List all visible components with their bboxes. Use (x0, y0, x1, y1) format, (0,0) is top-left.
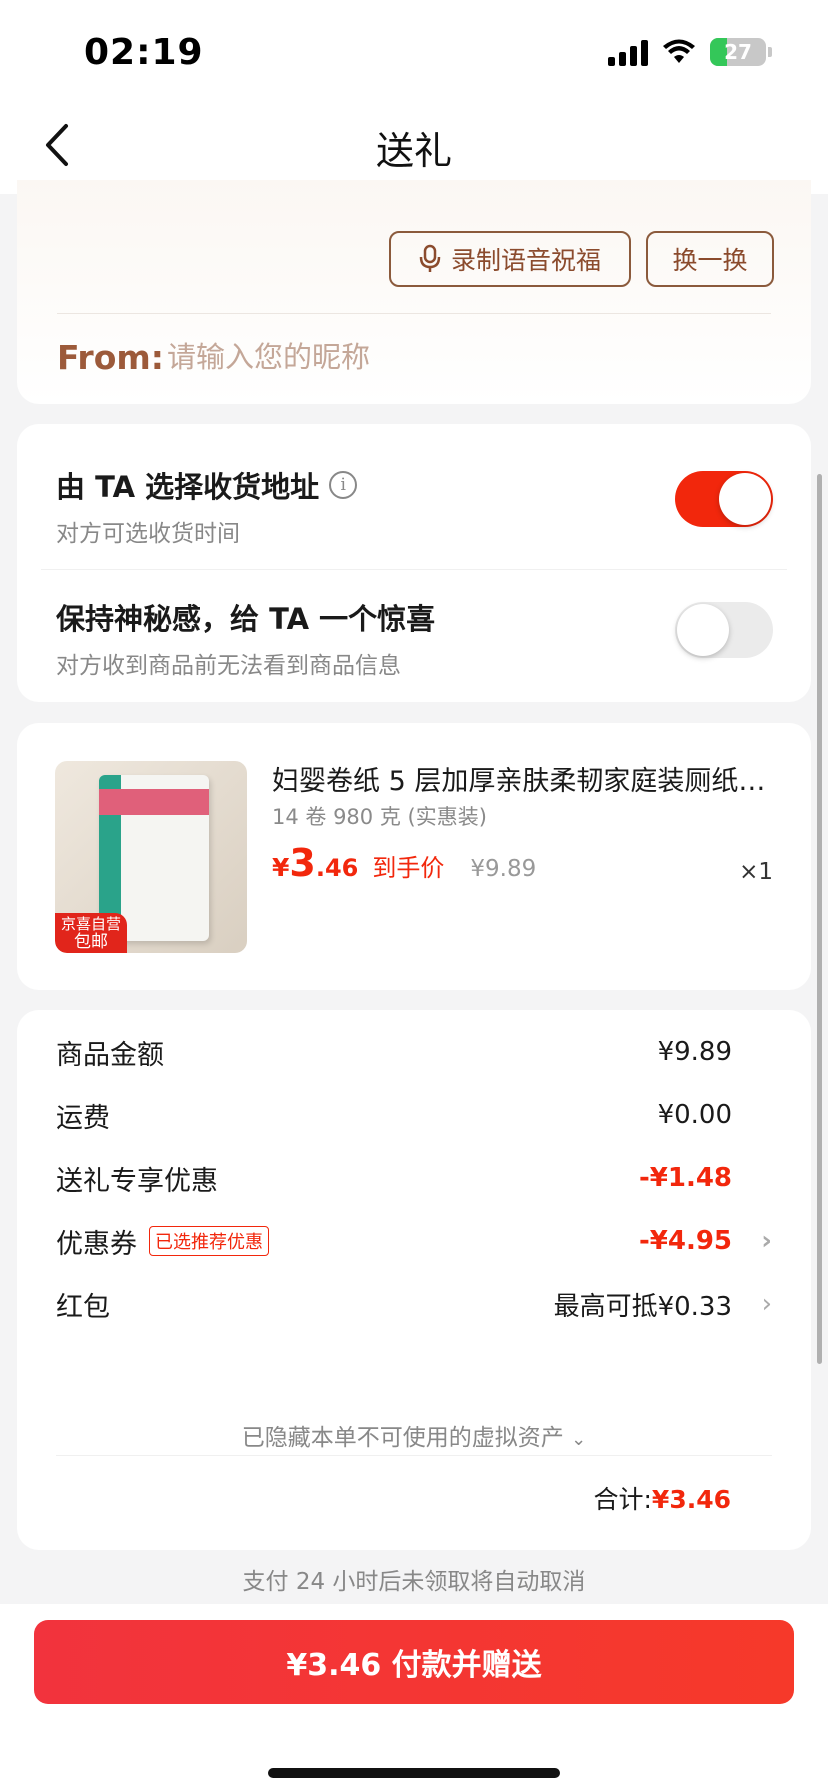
product-card: 京喜自营 包邮 妇婴卷纸 5 层加厚亲肤柔韧家庭装厕纸… 14 卷 980 克 … (17, 723, 811, 990)
product-name[interactable]: 妇婴卷纸 5 层加厚亲肤柔韧家庭装厕纸… (272, 759, 782, 798)
price-symbol: ¥ (272, 853, 290, 882)
hidden-assets-toggle[interactable]: 已隐藏本单不可使用的虚拟资产 ⌄ (17, 1418, 811, 1452)
pay-and-send-button[interactable]: ¥3.46 付款并赠送 (34, 1620, 794, 1704)
gift-options-card: 由 TA 选择收货地址 i 对方可选收货时间 保持神秘感，给 TA 一个惊喜 对… (17, 424, 811, 702)
total-value: ¥3.46 (651, 1485, 731, 1514)
gift-discount: -¥1.48 (638, 1163, 732, 1193)
divider (41, 569, 787, 570)
signal-icon (608, 38, 648, 66)
address-option-subtitle: 对方可选收货时间 (56, 521, 240, 547)
page-title: 送礼 (375, 129, 452, 173)
address-toggle[interactable] (675, 471, 773, 527)
summary-row-gift-discount: 送礼专享优惠 -¥1.48 (56, 1158, 772, 1198)
wifi-icon (663, 39, 695, 63)
mystery-option-title: 保持神秘感，给 TA 一个惊喜 (56, 602, 436, 636)
badge-line1: 京喜自营 (60, 915, 121, 933)
red-packet-value: 最高可抵¥0.33 (553, 1291, 732, 1322)
summary-label: 运费 (56, 1102, 110, 1134)
record-voice-label: 录制语音祝福 (450, 247, 601, 275)
address-option-label: 由 TA 选择收货地址 (56, 470, 320, 504)
from-label: From: (57, 338, 164, 377)
price-tag: 到手价 (372, 854, 445, 882)
summary-label: 优惠券 已选推荐优惠 (56, 1222, 269, 1261)
summary-value: 最高可抵¥0.33 › (554, 1286, 772, 1323)
coupon-label: 优惠券 (56, 1228, 137, 1260)
product-image[interactable]: 京喜自营 包邮 (55, 761, 247, 953)
summary-row-red-packet[interactable]: 红包 最高可抵¥0.33 › (56, 1284, 772, 1324)
summary-row-goods: 商品金额 ¥9.89 (56, 1032, 772, 1072)
summary-value: ¥9.89 (602, 1037, 772, 1067)
price-integer: 3 (289, 841, 316, 885)
divider (56, 1455, 772, 1456)
battery-icon: 27 (710, 38, 772, 66)
status-bar: 02:19 27 (0, 0, 828, 96)
summary-row-coupon[interactable]: 优惠券 已选推荐优惠 -¥4.95 › (56, 1221, 772, 1261)
original-price: ¥9.89 (470, 856, 537, 882)
record-voice-button[interactable]: 录制语音祝福 (389, 231, 631, 287)
shipping-fee: ¥0.00 (657, 1100, 732, 1130)
divider (57, 313, 771, 314)
bottom-bar: ¥3.46 付款并赠送 (0, 1604, 828, 1792)
info-icon[interactable]: i (329, 471, 358, 499)
summary-value: ¥0.00 (602, 1100, 772, 1130)
price-row: ¥ 3 .46 到手价 ¥9.89 (272, 841, 536, 885)
shipping-badge: 京喜自营 包邮 (55, 913, 127, 953)
summary-row-shipping: 运费 ¥0.00 (56, 1095, 772, 1135)
swap-button[interactable]: 换一换 (646, 231, 774, 287)
summary-value: -¥4.95 › (602, 1226, 772, 1256)
total-label: 合计: (593, 1485, 652, 1514)
address-option-title: 由 TA 选择收货地址 i (56, 464, 358, 506)
auto-cancel-notice: 支付 24 小时后未领取将自动取消 (242, 1569, 586, 1595)
status-time: 02:19 (84, 32, 204, 73)
microphone-icon (419, 244, 441, 272)
mystery-toggle[interactable] (675, 602, 773, 658)
chevron-right-icon: › (761, 1289, 772, 1319)
nickname-input[interactable] (167, 340, 567, 374)
order-summary-card: 商品金额 ¥9.89 运费 ¥0.00 送礼专享优惠 -¥1.48 优惠券 已选… (17, 1010, 811, 1550)
battery-level: 27 (724, 40, 752, 64)
quantity: ×1 (739, 859, 773, 885)
summary-label: 送礼专享优惠 (56, 1165, 218, 1197)
status-icons: 27 (608, 38, 772, 66)
summary-label: 商品金额 (56, 1039, 164, 1071)
chevron-down-icon: ⌄ (571, 1429, 587, 1450)
swap-label: 换一换 (672, 247, 748, 275)
coupon-discount: -¥4.95 (638, 1226, 732, 1256)
home-indicator (268, 1768, 560, 1778)
product-spec: 14 卷 980 克 (实惠装) (272, 805, 487, 829)
total-row: 合计:¥3.46 (593, 1480, 731, 1516)
mystery-option-subtitle: 对方收到商品前无法看到商品信息 (56, 653, 401, 679)
message-card: 录制语音祝福 换一换 From: (17, 180, 811, 404)
chevron-right-icon: › (761, 1226, 772, 1256)
summary-value: -¥1.48 (602, 1163, 772, 1193)
summary-label: 红包 (56, 1291, 110, 1323)
badge-line2: 包邮 (74, 932, 108, 952)
goods-amount: ¥9.89 (657, 1037, 732, 1067)
scrollbar[interactable] (817, 474, 822, 1364)
hidden-assets-label: 已隐藏本单不可使用的虚拟资产 (241, 1425, 564, 1451)
price-decimal: .46 (315, 854, 359, 882)
coupon-tag: 已选推荐优惠 (149, 1226, 269, 1256)
